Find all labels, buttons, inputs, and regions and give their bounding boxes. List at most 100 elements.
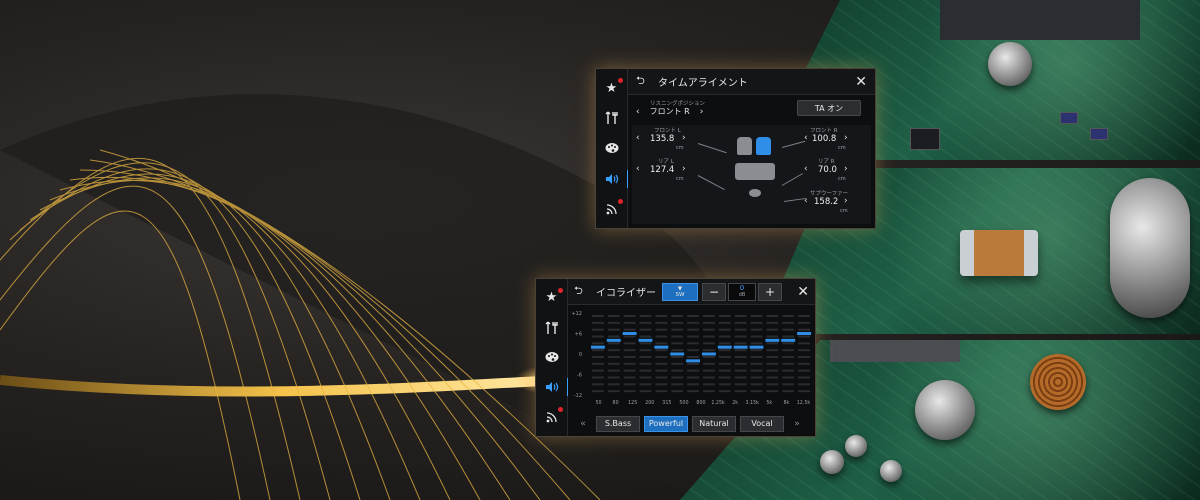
chevron-left-icon[interactable]: ‹	[636, 133, 640, 143]
chevron-right-icon[interactable]: ›	[844, 164, 848, 174]
grid-cell	[671, 335, 684, 338]
band-label: 125	[628, 400, 637, 406]
grid-cell	[655, 342, 668, 345]
tools-icon[interactable]	[541, 317, 563, 339]
palette-icon[interactable]	[541, 346, 563, 368]
band-label: 2k	[732, 400, 738, 406]
eq-level-bar	[702, 352, 716, 356]
chevron-right-icon[interactable]: ›	[682, 133, 686, 143]
front-left-label: フロント L	[654, 128, 681, 134]
grid-cell	[592, 356, 604, 358]
grid-cell	[687, 376, 699, 379]
grid-cell	[703, 335, 715, 338]
preset-natural[interactable]: Natural	[692, 415, 736, 432]
chevron-right-icon[interactable]: ›	[700, 107, 704, 117]
grid-cell	[592, 315, 604, 317]
close-icon[interactable]: ✕	[855, 74, 867, 90]
preset-vocal[interactable]: Vocal	[740, 415, 784, 432]
speaker-icon[interactable]	[601, 168, 629, 190]
plus-button[interactable]: +	[758, 282, 782, 301]
grid-cell	[798, 349, 810, 352]
y-tick-label: +12	[571, 311, 582, 317]
grid-cell	[671, 356, 684, 358]
notification-dot	[557, 407, 563, 413]
grid-cell	[750, 315, 763, 317]
grid-cell	[798, 328, 810, 331]
connector-line	[697, 175, 725, 191]
eq-level-bar	[733, 345, 748, 349]
chevron-right-icon[interactable]: ›	[844, 196, 848, 206]
title-bar: ⮌ タイムアライメント ✕	[628, 69, 875, 95]
grid-cell	[687, 362, 699, 365]
eq-level-bar	[686, 359, 700, 363]
chevron-right-icon[interactable]: ›	[682, 164, 686, 174]
y-tick-label: 0	[579, 352, 582, 358]
grid-cell	[671, 376, 684, 379]
close-icon[interactable]: ✕	[797, 284, 809, 300]
ta-on-button[interactable]: TA オン	[797, 100, 861, 116]
grid-cell	[592, 383, 604, 386]
db-value: 0	[739, 283, 745, 292]
grid-cell	[607, 328, 620, 331]
grid-cell	[782, 383, 795, 386]
grid-cell	[607, 356, 620, 358]
grid-cell	[639, 315, 652, 317]
palette-icon[interactable]	[601, 137, 623, 159]
eq-level-bar	[638, 338, 653, 342]
grid-cell	[607, 321, 620, 324]
double-chevron-right-icon[interactable]: »	[788, 419, 806, 429]
grid-cell	[671, 328, 684, 331]
preset-s-bass[interactable]: S.Bass	[596, 415, 640, 432]
grid-cell	[703, 349, 715, 352]
chevron-left-icon[interactable]: ‹	[636, 107, 640, 117]
car-seat-diagram	[732, 137, 778, 197]
chevron-right-icon[interactable]: ›	[844, 133, 848, 143]
grid-cell	[607, 383, 620, 386]
grid-cell	[623, 315, 636, 317]
star-icon[interactable]: ★	[601, 77, 623, 99]
grid-cell	[750, 342, 763, 345]
grid-cell	[718, 335, 731, 338]
chevron-left-icon[interactable]: ‹	[804, 164, 808, 174]
back-icon[interactable]: ⮌	[574, 282, 590, 301]
grid-cell	[734, 321, 747, 324]
equalizer-graph[interactable]: +12 +6 0 -6 -12 50 80 125 200 315 500 800 1.25k 2k 3.1…	[568, 305, 816, 417]
band-label: 80	[613, 400, 619, 406]
grid-cell	[623, 376, 636, 379]
grid-cell	[750, 328, 763, 331]
band-label: 5k	[766, 400, 772, 406]
grid-cell	[592, 342, 604, 345]
grid-cell	[703, 383, 715, 386]
front-left-unit: cm	[676, 145, 684, 151]
grid-cell	[798, 369, 810, 372]
grid-cell	[798, 390, 810, 393]
grid-cell	[734, 356, 747, 358]
grid-cell	[639, 349, 652, 352]
star-icon[interactable]: ★	[541, 287, 563, 309]
grid-cell	[607, 335, 620, 338]
grid-cell	[750, 390, 763, 393]
band-label: 8k	[783, 400, 789, 406]
notification-dot	[617, 198, 623, 204]
chevron-left-icon[interactable]: ‹	[636, 164, 640, 174]
wireless-icon[interactable]	[541, 406, 563, 428]
speaker-icon[interactable]	[541, 376, 569, 398]
eq-level-bar	[606, 338, 621, 342]
back-icon[interactable]: ⮌	[636, 72, 652, 91]
sw-button[interactable]: ▼ SW	[662, 282, 698, 301]
grid-cell	[655, 335, 668, 338]
minus-button[interactable]: −	[702, 282, 726, 301]
wireless-icon[interactable]	[601, 198, 623, 220]
grid-cell	[750, 376, 763, 379]
grid-cell	[592, 321, 604, 324]
grid-cell	[655, 356, 668, 358]
grid-cell	[639, 383, 652, 386]
eq-level-bar	[765, 338, 780, 342]
grid-cell	[623, 356, 636, 358]
grid-cell	[671, 349, 684, 352]
double-chevron-left-icon[interactable]: «	[574, 419, 592, 429]
preset-powerful[interactable]: Powerful	[644, 415, 688, 432]
rear-right-value: 70.0	[818, 165, 837, 175]
listening-position-value: フロント R	[649, 107, 690, 116]
tools-icon[interactable]	[601, 107, 623, 129]
